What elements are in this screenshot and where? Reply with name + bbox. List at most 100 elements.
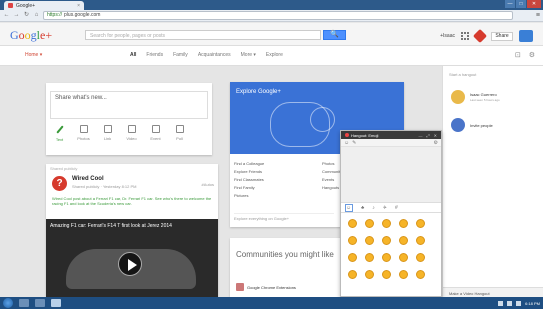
filter-friends[interactable]: Friends <box>146 52 163 58</box>
share-box: Share what's new... Text Photos Link Vid… <box>46 83 212 155</box>
home-icon[interactable]: ⌂ <box>33 12 40 19</box>
tray-icon[interactable] <box>498 300 504 306</box>
emoji-item[interactable] <box>399 219 408 228</box>
community-item[interactable]: Google Chrome Extensions <box>236 283 296 291</box>
share-button[interactable]: Share <box>491 31 513 41</box>
link-icon <box>103 125 112 133</box>
user-name-link[interactable]: +Isaac <box>440 33 455 39</box>
explore-link[interactable]: Explore Friends <box>234 168 264 176</box>
emoji-item[interactable] <box>348 219 357 228</box>
emoji-item[interactable] <box>365 219 374 228</box>
tray-icon[interactable] <box>516 300 522 306</box>
share-event-button[interactable]: Event <box>148 125 163 142</box>
hangouts-header[interactable]: Start a hangout <box>449 72 476 77</box>
camera-icon <box>79 125 88 133</box>
post-hashtag[interactable]: #Autos <box>202 182 214 187</box>
emoji-tab-people[interactable]: ☺ <box>345 203 353 212</box>
tab-close-icon[interactable]: × <box>77 3 80 9</box>
emoji-item[interactable] <box>416 236 425 245</box>
explore-footer-link[interactable]: Explore everything on Google+ <box>234 213 334 221</box>
filter-more[interactable]: More ▾ <box>241 52 256 58</box>
explore-link[interactable]: Find Family <box>234 184 264 192</box>
post-card: Shared publicly ? Wired Cool Shared publ… <box>46 164 218 297</box>
emoji-tab-nature[interactable]: ♣ <box>361 205 364 211</box>
share-video-button[interactable]: Video <box>124 125 139 142</box>
search-input[interactable]: Search for people, pages or posts <box>85 30 321 40</box>
emoji-item[interactable] <box>416 253 425 262</box>
filter-all[interactable]: All <box>130 52 136 58</box>
emoji-item[interactable] <box>399 270 408 279</box>
maximize-button[interactable]: □ <box>516 0 526 8</box>
avatar[interactable] <box>519 30 533 42</box>
explore-list-left: Find a Colleague Explore Friends Find Cl… <box>234 160 264 200</box>
start-button[interactable] <box>3 298 13 308</box>
emoji-item[interactable] <box>399 253 408 262</box>
google-plus-logo[interactable]: Google+ <box>10 28 52 43</box>
emoji-toolbar: ☺ ✎ ⚙ <box>341 139 441 147</box>
forward-icon[interactable]: → <box>13 12 20 19</box>
emoji-tab-music[interactable]: ♪ <box>372 205 375 211</box>
share-input[interactable]: Share what's new... <box>50 91 208 119</box>
close-icon[interactable]: ✕ <box>434 133 437 138</box>
popout-icon[interactable]: ⤢ <box>426 133 429 138</box>
tray-icon[interactable] <box>507 300 513 306</box>
close-window-button[interactable]: ✕ <box>527 0 541 8</box>
gear-icon[interactable]: ⚙ <box>434 140 438 146</box>
play-icon[interactable] <box>118 252 142 276</box>
layout-icon[interactable]: ⊡ <box>515 51 521 59</box>
contact-item[interactable]: Invite people <box>451 118 493 132</box>
emoji-item[interactable] <box>416 219 425 228</box>
gplus-header: Google+ Search for people, pages or post… <box>0 23 543 46</box>
share-photos-button[interactable]: Photos <box>76 125 91 142</box>
share-text-button[interactable]: Text <box>52 125 67 142</box>
browser-menu-icon[interactable]: ≡ <box>536 12 540 19</box>
emoji-item[interactable] <box>382 236 391 245</box>
filter-explore[interactable]: Explore <box>266 52 283 58</box>
emoji-item[interactable] <box>348 236 357 245</box>
emoji-window-titlebar[interactable]: Hangout: Emoji — ⤢ ✕ <box>341 131 441 139</box>
tray-clock[interactable]: 6:18 PM <box>525 301 540 306</box>
apps-grid-icon[interactable] <box>461 32 469 40</box>
contact-name: Invite people <box>470 122 493 128</box>
share-poll-button[interactable]: Poll <box>172 125 187 142</box>
emoji-tab-travel[interactable]: ✈ <box>383 205 387 211</box>
address-bar[interactable]: https:// plus.google.com <box>43 11 513 20</box>
post-author[interactable]: Wired Cool <box>72 176 104 182</box>
stream-nav: Home ▾ All Friends Family Acquaintances … <box>0 46 543 66</box>
smiley-icon[interactable]: ☺ <box>344 140 349 146</box>
explore-link[interactable]: Find Classmates <box>234 176 264 184</box>
taskbar-app-icon[interactable] <box>35 299 45 307</box>
video-player[interactable]: Amazing F1 car: Ferrari's F14 T first lo… <box>46 219 218 297</box>
emoji-item[interactable] <box>399 236 408 245</box>
filter-acquaintances[interactable]: Acquaintances <box>198 52 231 58</box>
home-dropdown[interactable]: Home ▾ <box>25 52 42 58</box>
search-button[interactable]: 🔍 <box>323 30 346 40</box>
reload-icon[interactable]: ↻ <box>23 12 30 19</box>
emoji-item[interactable] <box>365 253 374 262</box>
notifications-icon[interactable] <box>472 28 488 44</box>
emoji-item[interactable] <box>348 253 357 262</box>
emoji-item[interactable] <box>416 270 425 279</box>
filter-family[interactable]: Family <box>173 52 188 58</box>
taskbar-chrome-icon[interactable] <box>51 299 61 307</box>
emoji-item[interactable] <box>365 270 374 279</box>
taskbar-app-icon[interactable] <box>19 299 29 307</box>
minimize-icon[interactable]: — <box>418 133 422 138</box>
emoji-item[interactable] <box>382 219 391 228</box>
video-hangout-button[interactable]: Make a Video Hangout <box>443 287 543 297</box>
back-icon[interactable]: ← <box>3 12 10 19</box>
explore-link[interactable]: Find a Colleague <box>234 160 264 168</box>
contact-item[interactable]: Isaac Guerrero Last seen 5 hours ago <box>451 90 500 104</box>
browser-tab[interactable]: Google+ × <box>4 1 84 10</box>
explore-link[interactable]: Pictures <box>234 192 264 200</box>
minimize-button[interactable]: — <box>505 0 515 8</box>
share-link-button[interactable]: Link <box>100 125 115 142</box>
emoji-tab-symbols[interactable]: # <box>395 205 398 211</box>
pencil-icon[interactable]: ✎ <box>352 140 356 146</box>
settings-icon[interactable]: ⚙ <box>529 51 535 59</box>
emoji-item[interactable] <box>382 253 391 262</box>
emoji-item[interactable] <box>365 236 374 245</box>
post-author-avatar[interactable]: ? <box>52 176 67 191</box>
emoji-item[interactable] <box>348 270 357 279</box>
emoji-item[interactable] <box>382 270 391 279</box>
